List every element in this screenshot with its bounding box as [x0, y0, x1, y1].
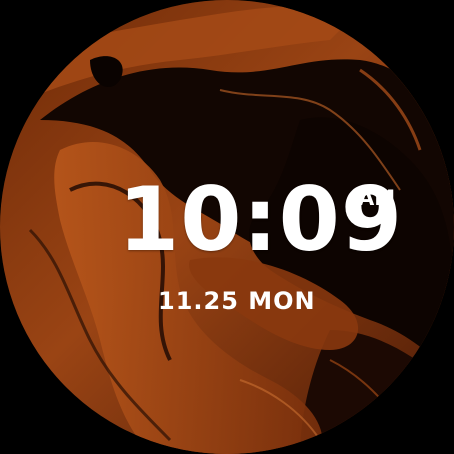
date-display: 11.25 MON: [158, 287, 316, 315]
ampm-indicator: AM: [358, 186, 396, 210]
watch-screen: 10:09 AM 11.25 MON: [0, 0, 454, 454]
watch-face-dial[interactable]: 10:09 AM 11.25 MON: [0, 0, 454, 454]
